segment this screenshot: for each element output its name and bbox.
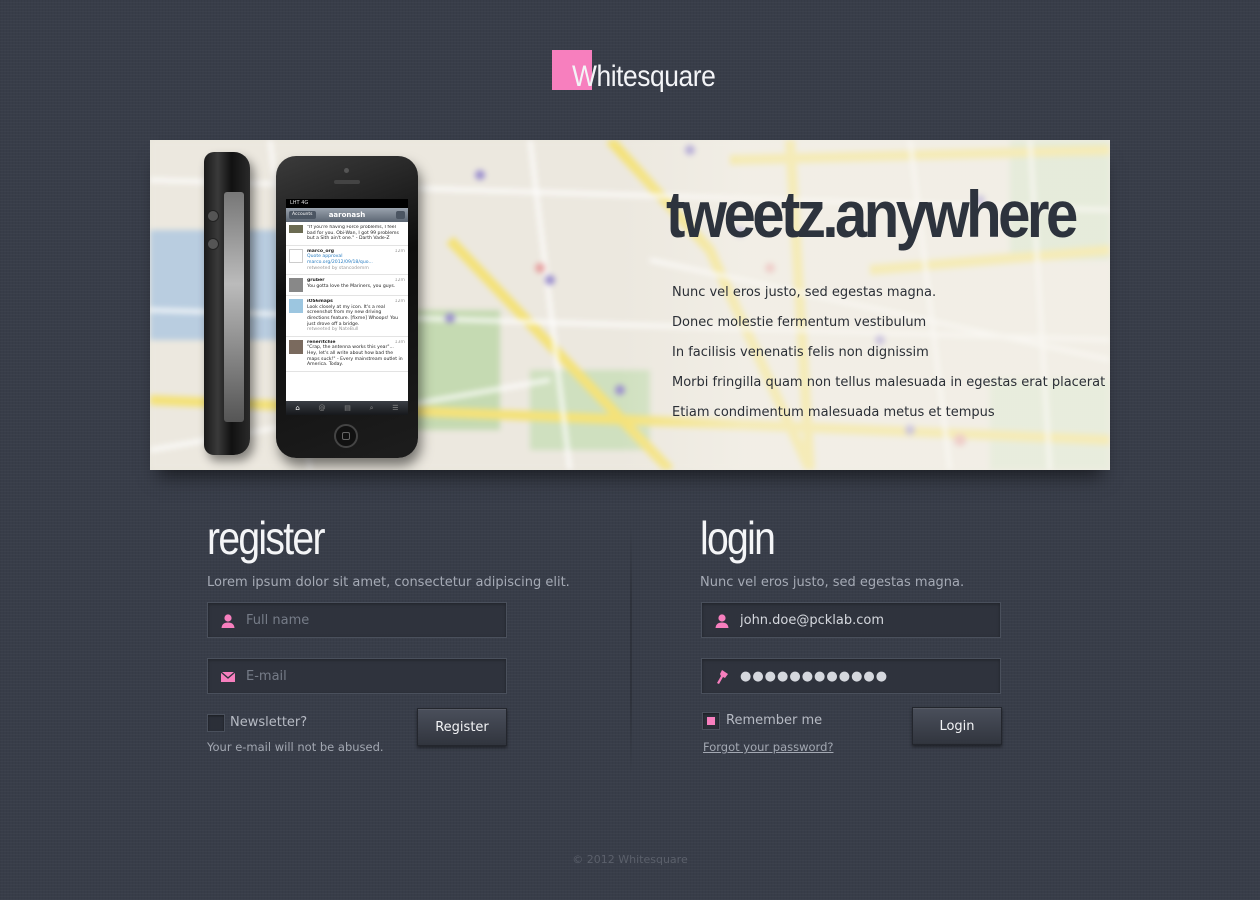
tweet-time: 12m [394,248,405,254]
tweet-time: 12m [394,299,405,305]
user-icon [221,614,235,628]
banner-title: tweetz.anywhere [666,177,1078,251]
newsletter-label[interactable]: Newsletter? [230,715,307,730]
phone-side-view [204,152,250,455]
logo[interactable]: Whitesquare [552,50,722,100]
password-input[interactable] [740,659,990,693]
newsletter-checkbox[interactable] [207,714,225,732]
tweet-text: You gotta love the Mariners, you guys. [307,283,396,289]
forgot-password-link[interactable]: Forgot your password? [703,740,833,754]
login-button[interactable]: Login [912,707,1002,745]
mail-icon [220,671,236,682]
feature-list: Nunc vel eros justo, sed egestas magna. … [672,285,1105,435]
key-icon [717,670,728,684]
volume-up-button [207,210,219,222]
phone-screen: LHT 4G Accounts aaronash "If you're havi… [286,199,408,415]
register-button[interactable]: Register [417,708,507,746]
home-icon: ⌂ [295,404,300,412]
feature-item: In facilisis venenatis felis non digniss… [672,345,929,360]
remember-me-label[interactable]: Remember me [726,713,822,728]
at-icon: @ [318,404,326,412]
login-subtitle: Nunc vel eros justo, sed egestas magna. [700,575,965,590]
avatar [289,225,303,233]
volume-down-button [207,238,219,250]
tweet-item: 12m iOS6maps Look closely at my icon. It… [286,296,408,337]
tweet-text: Quote approval marco.org/2012/09/18/quo.… [307,254,373,265]
tweet-text: Look closely at my icon. It's a real scr… [307,304,399,327]
hero-banner: LHT 4G Accounts aaronash "If you're havi… [150,140,1110,470]
password-field[interactable] [701,658,1001,694]
login-heading: login [700,512,776,564]
avatar [289,299,303,314]
tweet-content: 13m reneritchie "Crap, the antenna works… [307,340,405,368]
list-icon: ☰ [392,404,399,412]
phone-nav-title: aaronash [328,211,366,219]
login-email-field[interactable] [701,602,1001,638]
tweet-meta: retweeted by NateBull [307,327,359,333]
avatar [289,339,303,354]
avatar [289,278,303,293]
tweet-content: "If you're having Force problems, I feel… [307,225,405,242]
tweet-item: 12m gruber You gotta love the Mariners, … [286,275,408,297]
register-form: register Lorem ipsum dolor sit amet, con… [207,510,570,764]
register-subtitle: Lorem ipsum dolor sit amet, consectetur … [207,575,570,590]
login-email-input[interactable] [740,603,990,637]
feature-item: Etiam condimentum malesuada metus et tem… [672,405,995,420]
tweet-item: 13m reneritchie "Crap, the antenna works… [286,337,408,372]
full-name-input[interactable] [246,603,496,637]
tweet-time: 12m [394,278,405,284]
tweet-content: 12m gruber You gotta love the Mariners, … [307,278,405,292]
phone-camera [344,168,349,173]
register-heading: register [207,512,325,564]
tweet-item: 12m marco_org Quote approval marco.org/2… [286,246,408,276]
phone-nav-bar: Accounts aaronash [286,208,408,222]
tweet-meta: retweeted by stancodemm [307,265,369,271]
logo-text: Whitesquare [572,60,716,93]
email-field[interactable] [207,658,507,694]
phone-speaker [334,180,360,184]
tweet-content: 12m iOS6maps Look closely at my icon. It… [307,299,405,333]
feature-item: Morbi fringilla quam non tellus malesuad… [672,375,1106,390]
register-actions: Newsletter? Your e-mail will not be abus… [207,708,512,764]
login-actions: Remember me Forgot your password? Login [700,707,1005,764]
phone-back-button: Accounts [289,211,316,219]
tweet-time: 13m [394,339,405,345]
login-form: login Nunc vel eros justo, sed egestas m… [700,510,1005,764]
messages-icon: ▤ [344,404,351,412]
tweet-text: "Crap, the antenna works this year"... H… [307,345,403,368]
user-icon [715,614,729,628]
avatar [289,248,303,263]
email-note: Your e-mail will not be abused. [207,740,384,754]
column-divider [630,525,632,775]
phone-side-screen [224,192,244,422]
phone-tab-bar: ⌂ @ ▤ ⌕ ☰ [286,401,408,415]
phone-home-button [334,424,358,448]
phone-front-view: LHT 4G Accounts aaronash "If you're havi… [276,156,418,458]
remember-me-checkbox[interactable] [702,712,720,730]
search-icon: ⌕ [369,403,374,412]
tweet-content: 12m marco_org Quote approval marco.org/2… [307,249,405,271]
footer-copyright: © 2012 Whitesquare [572,853,688,866]
full-name-field[interactable] [207,602,507,638]
tweet-item: "If you're having Force problems, I feel… [286,222,408,246]
compose-icon [396,211,405,219]
feature-item: Nunc vel eros justo, sed egestas magna. [672,285,937,300]
phone-status-bar: LHT 4G [286,199,408,208]
feature-item: Donec molestie fermentum vestibulum [672,315,927,330]
email-input[interactable] [246,659,496,693]
tweet-text: "If you're having Force problems, I feel… [307,225,399,242]
